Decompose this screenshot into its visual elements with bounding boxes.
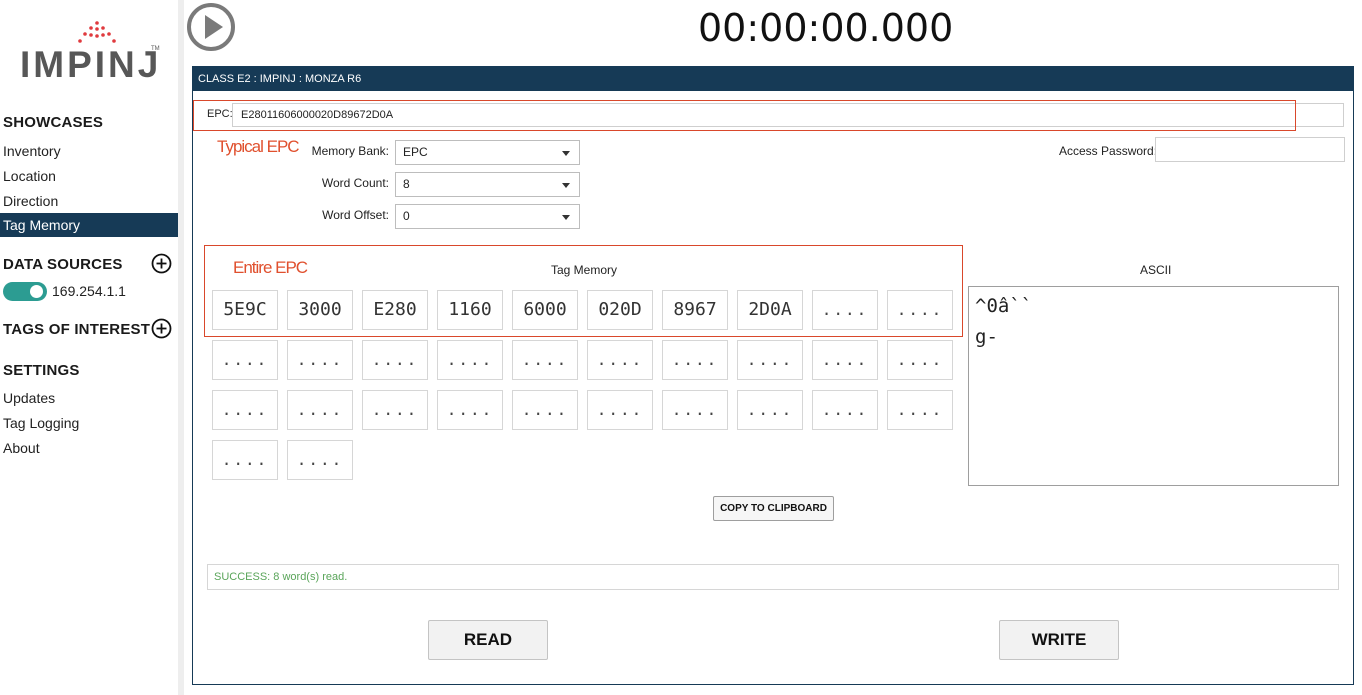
- logo-dots-icon: [78, 21, 116, 43]
- settings-title: SETTINGS: [3, 362, 80, 379]
- memory-word-cell[interactable]: ....: [212, 440, 278, 480]
- status-message: SUCCESS: 8 word(s) read.: [207, 564, 1339, 590]
- memory-word-cell[interactable]: ....: [587, 340, 653, 380]
- sidebar: IMPINJ TM SHOWCASES Inventory Location D…: [0, 0, 178, 695]
- typical-epc-annotation: Typical EPC: [217, 137, 300, 156]
- memory-word-cell[interactable]: 3000: [287, 290, 353, 330]
- tag-memory-panel: CLASS E2 : IMPINJ : MONZA R6 EPC: E28011…: [192, 66, 1354, 685]
- impinj-logo: IMPINJ TM: [20, 20, 165, 85]
- sidebar-item-updates[interactable]: Updates: [0, 386, 178, 410]
- memory-word-cell[interactable]: ....: [737, 340, 803, 380]
- word-count-select[interactable]: 8: [395, 172, 580, 197]
- memory-word-cell[interactable]: E280: [362, 290, 428, 330]
- memory-word-cell[interactable]: ....: [212, 390, 278, 430]
- ascii-output[interactable]: ^0â`` g-: [968, 286, 1339, 486]
- add-tag-of-interest-icon[interactable]: [151, 318, 172, 339]
- memory-word-cell[interactable]: ....: [512, 340, 578, 380]
- copy-to-clipboard-button[interactable]: COPY TO CLIPBOARD: [713, 496, 834, 521]
- chevron-down-icon: [562, 151, 570, 156]
- memory-bank-label: Memory Bank:: [311, 144, 389, 158]
- word-count-value: 8: [403, 177, 410, 191]
- panel-header: CLASS E2 : IMPINJ : MONZA R6: [193, 67, 1353, 91]
- showcases-title: SHOWCASES: [3, 114, 104, 131]
- memory-bank-value: EPC: [403, 145, 428, 159]
- memory-word-cell[interactable]: 5E9C: [212, 290, 278, 330]
- memory-word-cell[interactable]: ....: [437, 390, 503, 430]
- memory-word-cell[interactable]: 1160: [437, 290, 503, 330]
- memory-word-cell[interactable]: ....: [287, 390, 353, 430]
- brand-name: IMPINJ: [20, 44, 162, 85]
- play-icon[interactable]: [186, 2, 236, 52]
- brand-trademark: TM: [151, 46, 160, 52]
- typical-epc-highlight: [193, 100, 1296, 131]
- tags-of-interest-title: TAGS OF INTEREST: [3, 321, 151, 338]
- sidebar-item-tag-logging[interactable]: Tag Logging: [0, 411, 178, 435]
- chevron-down-icon: [562, 183, 570, 188]
- memory-bank-select[interactable]: EPC: [395, 140, 580, 165]
- memory-word-cell[interactable]: ....: [512, 390, 578, 430]
- word-offset-value: 0: [403, 209, 410, 223]
- memory-word-cell[interactable]: ....: [662, 340, 728, 380]
- chevron-down-icon: [562, 215, 570, 220]
- memory-word-cell[interactable]: ....: [362, 340, 428, 380]
- access-password-label: Access Password:: [1059, 144, 1158, 158]
- add-data-source-icon[interactable]: [151, 253, 172, 274]
- sidebar-item-direction[interactable]: Direction: [0, 189, 178, 213]
- access-password-input[interactable]: [1155, 137, 1345, 162]
- memory-word-cell[interactable]: ....: [362, 390, 428, 430]
- memory-word-cell[interactable]: ....: [212, 340, 278, 380]
- entire-epc-annotation: Entire EPC: [233, 258, 308, 277]
- memory-word-cell[interactable]: ....: [737, 390, 803, 430]
- sidebar-item-about[interactable]: About: [0, 436, 178, 460]
- memory-word-cell[interactable]: ....: [887, 390, 953, 430]
- memory-word-cell[interactable]: 8967: [662, 290, 728, 330]
- memory-word-cell[interactable]: ....: [812, 340, 878, 380]
- memory-word-cell[interactable]: ....: [287, 340, 353, 380]
- word-count-label: Word Count:: [321, 176, 389, 190]
- toggle-knob: [30, 285, 43, 298]
- ascii-title: ASCII: [1140, 263, 1172, 277]
- sidebar-item-location[interactable]: Location: [0, 164, 178, 188]
- word-offset-select[interactable]: 0: [395, 204, 580, 229]
- sidebar-item-inventory[interactable]: Inventory: [0, 139, 178, 163]
- memory-word-cell[interactable]: ....: [662, 390, 728, 430]
- tag-memory-title: Tag Memory: [551, 263, 618, 277]
- memory-word-cell[interactable]: ....: [587, 390, 653, 430]
- memory-word-cell[interactable]: 2D0A: [737, 290, 803, 330]
- memory-word-cell[interactable]: ....: [812, 390, 878, 430]
- data-source-toggle[interactable]: [3, 282, 47, 301]
- data-sources-title: DATA SOURCES: [3, 256, 123, 273]
- write-button[interactable]: WRITE: [999, 620, 1119, 660]
- elapsed-timer: 00:00:00.000: [698, 6, 954, 50]
- memory-word-cell[interactable]: ....: [437, 340, 503, 380]
- sidebar-item-tag-memory[interactable]: Tag Memory: [0, 213, 178, 237]
- memory-word-cell[interactable]: 020D: [587, 290, 653, 330]
- memory-word-cell[interactable]: ....: [887, 340, 953, 380]
- sidebar-divider: [178, 0, 184, 695]
- memory-word-cell[interactable]: ....: [887, 290, 953, 330]
- word-offset-label: Word Offset:: [322, 208, 389, 222]
- memory-word-cell[interactable]: ....: [812, 290, 878, 330]
- data-source-address: 169.254.1.1: [52, 283, 126, 299]
- read-button[interactable]: READ: [428, 620, 548, 660]
- memory-word-cell[interactable]: 6000: [512, 290, 578, 330]
- memory-word-cell[interactable]: ....: [287, 440, 353, 480]
